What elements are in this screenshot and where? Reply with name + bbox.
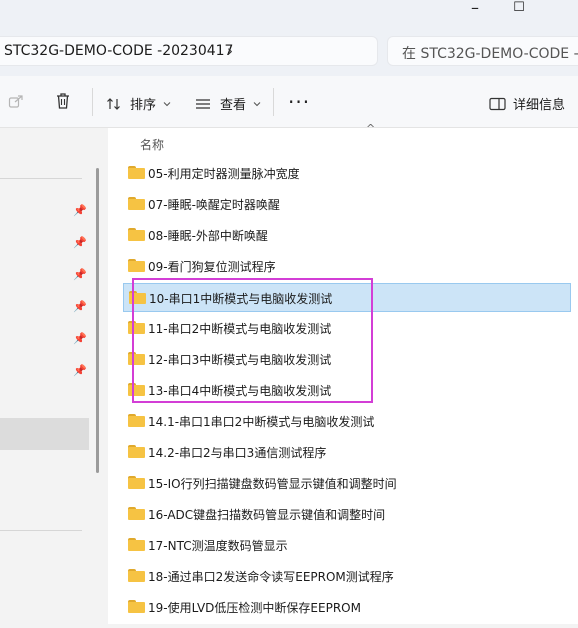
- pin-icon[interactable]: 📌: [73, 332, 87, 345]
- list-item[interactable]: 14.2-串口2与串口3通信测试程序: [123, 438, 571, 467]
- file-name: 19-使用LVD低压检测中断保存EEPROM: [148, 601, 361, 615]
- list-item[interactable]: 12-串口3中断模式与电脑收发测试: [123, 345, 571, 374]
- pin-icon[interactable]: 📌: [73, 300, 87, 313]
- pin-icon[interactable]: 📌: [73, 268, 87, 281]
- list-item[interactable]: 16-ADC键盘扫描数码管显示键值和调整时间: [123, 500, 571, 529]
- file-name: 13-串口4中断模式与电脑收发测试: [148, 384, 332, 398]
- breadcrumb[interactable]: STC32G-DEMO-CODE -20230417 ›: [0, 36, 378, 66]
- folder-icon: [128, 414, 145, 427]
- pin-icon[interactable]: 📌: [73, 204, 87, 217]
- folder-icon: [128, 538, 145, 551]
- folder-icon: [128, 259, 145, 272]
- file-name: 12-串口3中断模式与电脑收发测试: [148, 353, 332, 367]
- minimize-button[interactable]: –: [452, 0, 498, 17]
- folder-icon: [129, 291, 146, 304]
- file-name: 09-看门狗复位测试程序: [148, 260, 276, 274]
- details-pane-button[interactable]: 详细信息: [489, 94, 565, 113]
- nav-divider: [0, 530, 82, 531]
- folder-icon: [128, 383, 145, 396]
- list-item[interactable]: 10-串口1中断模式与电脑收发测试: [123, 283, 571, 312]
- maximize-icon: ☐: [513, 0, 525, 15]
- status-bar: [0, 624, 578, 628]
- details-pane-icon: [489, 97, 506, 110]
- view-button[interactable]: 查看: [195, 94, 262, 113]
- chevron-right-icon[interactable]: ›: [227, 42, 233, 60]
- search-input[interactable]: 在 STC32G-DEMO-CODE -20: [387, 36, 578, 66]
- column-header-name[interactable]: 名称: [140, 136, 164, 153]
- view-label: 查看: [220, 98, 247, 113]
- list-item[interactable]: 19-使用LVD低压检测中断保存EEPROM: [123, 593, 571, 622]
- minimize-icon: –: [471, 0, 479, 17]
- file-name: 08-睡眠-外部中断唤醒: [148, 229, 268, 243]
- nav-divider: [0, 178, 82, 179]
- folder-icon: [128, 476, 145, 489]
- share-icon: [8, 95, 23, 108]
- file-name: 11-串口2中断模式与电脑收发测试: [148, 322, 332, 336]
- file-name: 14.2-串口2与串口3通信测试程序: [148, 446, 327, 460]
- pin-icon[interactable]: 📌: [73, 364, 87, 377]
- folder-icon: [128, 352, 145, 365]
- list-item[interactable]: 05-利用定时器测量脉冲宽度: [123, 159, 571, 188]
- list-item[interactable]: 09-看门狗复位测试程序: [123, 252, 571, 281]
- list-item[interactable]: 11-串口2中断模式与电脑收发测试: [123, 314, 571, 343]
- list-item[interactable]: 18-通过串口2发送命令读写EEPROM测试程序: [123, 562, 571, 591]
- file-name: 16-ADC键盘扫描数码管显示键值和调整时间: [148, 508, 386, 522]
- file-name: 10-串口1中断模式与电脑收发测试: [149, 292, 333, 306]
- sort-button[interactable]: 排序: [106, 94, 172, 113]
- view-list-icon: [196, 98, 210, 109]
- list-item[interactable]: 08-睡眠-外部中断唤醒: [123, 221, 571, 250]
- file-name: 18-通过串口2发送命令读写EEPROM测试程序: [148, 570, 394, 584]
- chevron-down-icon: [253, 101, 261, 106]
- toolbar-divider: [92, 88, 93, 116]
- chevron-down-icon: [163, 101, 171, 106]
- nav-item-selected[interactable]: [0, 418, 89, 450]
- folder-icon: [128, 228, 145, 241]
- folder-icon: [128, 321, 145, 334]
- folder-icon: [128, 600, 145, 613]
- folder-icon: [128, 166, 145, 179]
- details-label: 详细信息: [513, 98, 566, 113]
- navigation-pane: [0, 128, 100, 628]
- file-name: 07-睡眠-唤醒定时器唤醒: [148, 198, 280, 212]
- file-name: 17-NTC测温度数码管显示: [148, 539, 288, 553]
- file-name: 14.1-串口1串口2中断模式与电脑收发测试: [148, 415, 375, 429]
- file-name: 15-IO行列扫描键盘数码管显示键值和调整时间: [148, 477, 397, 491]
- list-item[interactable]: 15-IO行列扫描键盘数码管显示键值和调整时间: [123, 469, 571, 498]
- folder-icon: [128, 197, 145, 210]
- more-options-icon[interactable]: ···: [288, 92, 310, 112]
- trash-icon: [57, 93, 69, 109]
- share-button[interactable]: [8, 93, 24, 109]
- search-placeholder: 在 STC32G-DEMO-CODE -20: [402, 46, 578, 62]
- folder-icon: [128, 569, 145, 582]
- maximize-button[interactable]: ☐: [496, 0, 542, 15]
- sort-icon: [107, 97, 120, 110]
- nav-scrollbar[interactable]: [96, 168, 99, 473]
- toolbar-divider: [273, 88, 274, 116]
- breadcrumb-folder[interactable]: STC32G-DEMO-CODE -20230417: [4, 43, 233, 59]
- delete-button[interactable]: [55, 92, 71, 110]
- list-item[interactable]: 14.1-串口1串口2中断模式与电脑收发测试: [123, 407, 571, 436]
- list-item[interactable]: 13-串口4中断模式与电脑收发测试: [123, 376, 571, 405]
- folder-icon: [128, 445, 145, 458]
- list-item[interactable]: 07-睡眠-唤醒定时器唤醒: [123, 190, 571, 219]
- sort-ascending-icon: ^: [366, 122, 376, 135]
- pin-icon[interactable]: 📌: [73, 236, 87, 249]
- sort-label: 排序: [130, 98, 157, 113]
- file-name: 05-利用定时器测量脉冲宽度: [148, 167, 300, 181]
- folder-icon: [128, 507, 145, 520]
- list-item[interactable]: 17-NTC测温度数码管显示: [123, 531, 571, 560]
